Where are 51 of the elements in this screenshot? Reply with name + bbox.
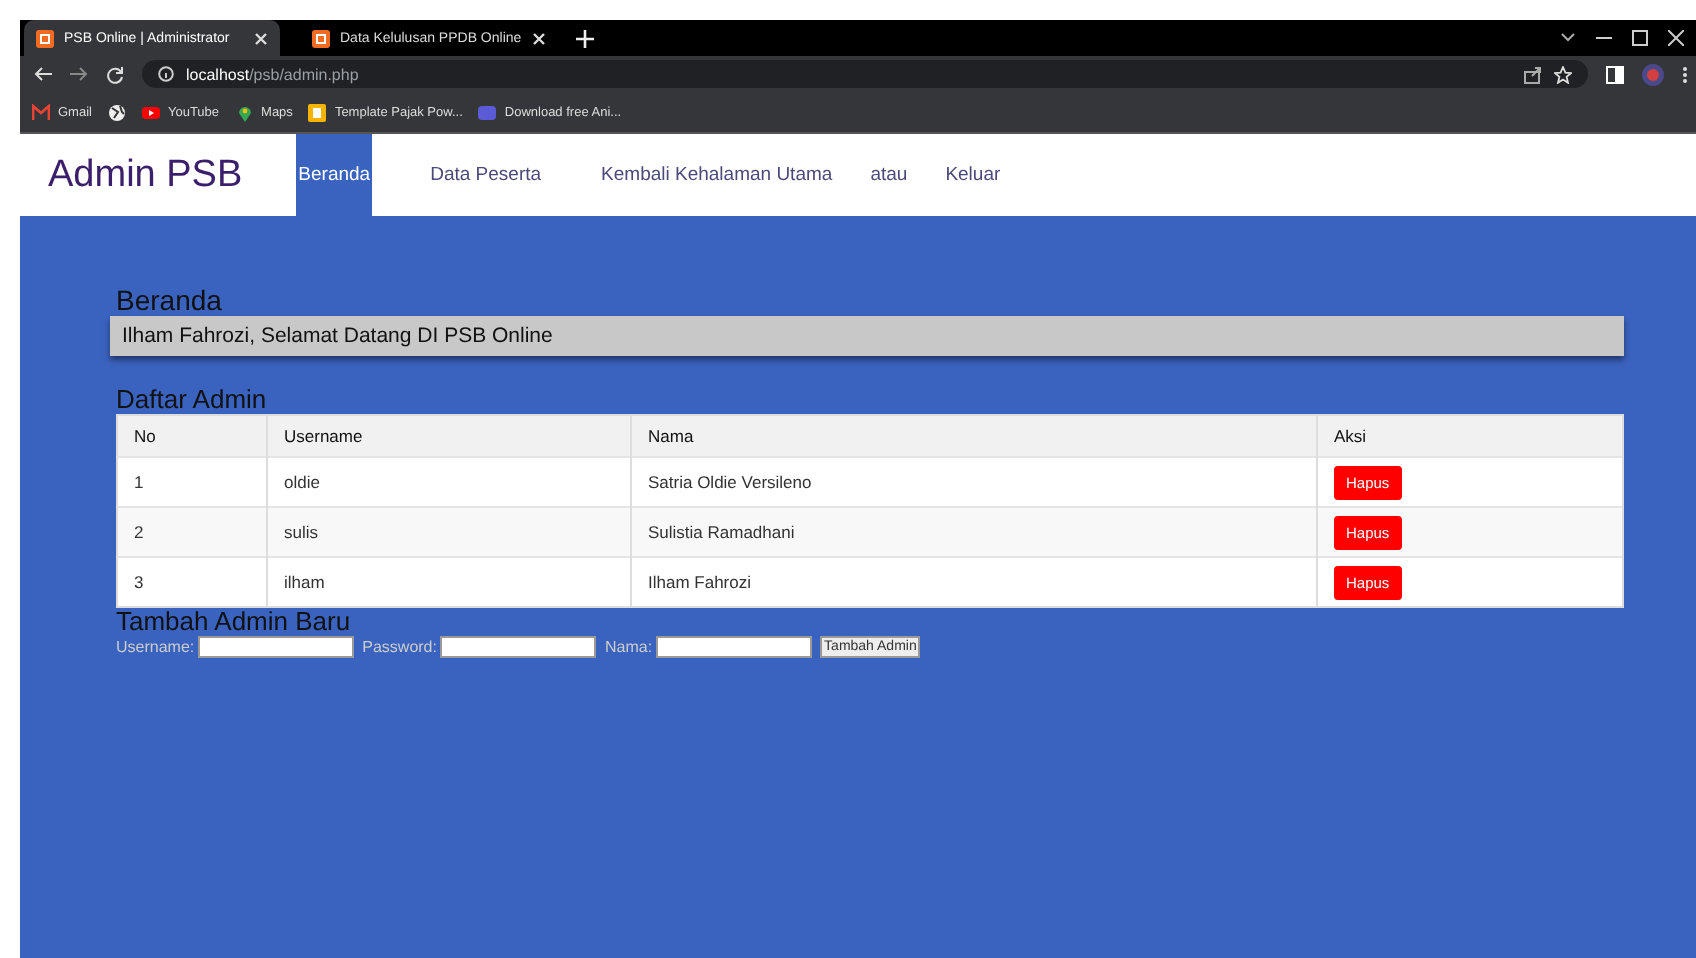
- site-brand: Admin PSB: [46, 151, 245, 199]
- table-cell: Sulistia Ramadhani: [631, 507, 1317, 557]
- nav-link[interactable]: Beranda: [296, 134, 373, 216]
- close-icon[interactable]: [1668, 30, 1684, 46]
- map-pin-icon: [235, 103, 254, 121]
- close-icon[interactable]: [254, 31, 268, 45]
- nav-text: atau: [868, 162, 910, 190]
- side-panel-icon[interactable]: [1606, 65, 1624, 83]
- document-icon: [308, 103, 327, 121]
- column-header: Aksi: [1317, 415, 1623, 457]
- chevron-down-icon[interactable]: [1560, 32, 1576, 44]
- column-header: Nama: [631, 415, 1317, 457]
- input-field[interactable]: [656, 636, 813, 658]
- field-label: Username:: [116, 638, 195, 656]
- section-heading: Daftar Admin: [116, 384, 269, 414]
- column-header: Username: [267, 415, 631, 457]
- video-play-icon: [141, 103, 160, 121]
- table-cell: Ilham Fahrozi: [631, 557, 1317, 607]
- welcome-message: Ilham Fahrozi, Selamat Datang DI PSB Online: [110, 316, 1624, 356]
- column-header: No: [117, 415, 267, 457]
- favicon-icon: [312, 29, 330, 47]
- menu-icon[interactable]: [1682, 65, 1688, 83]
- folder-icon: [478, 103, 497, 121]
- table-cell: ilham: [267, 557, 631, 607]
- reload-icon[interactable]: [106, 65, 124, 83]
- plus-icon[interactable]: [576, 29, 594, 47]
- nav-link[interactable]: Kembali Kehalaman Utama: [571, 134, 863, 216]
- section-heading: Tambah Admin Baru: [116, 608, 353, 636]
- url-text: localhost/psb/admin.php: [186, 65, 359, 83]
- close-icon[interactable]: [531, 31, 546, 45]
- input-field[interactable]: [198, 636, 355, 658]
- maximize-icon[interactable]: [1632, 30, 1648, 46]
- favicon-icon: [36, 29, 54, 47]
- page-heading: Beranda: [116, 284, 224, 316]
- forward-arrow-icon[interactable]: [70, 66, 88, 82]
- mail-icon: [32, 103, 50, 121]
- address-field[interactable]: localhost/psb/admin.php: [142, 60, 1588, 88]
- back-arrow-icon[interactable]: [34, 66, 52, 82]
- table-cell: 3: [117, 557, 267, 607]
- field-label: Password:: [362, 638, 437, 656]
- globe-icon[interactable]: [107, 103, 126, 121]
- nav-link[interactable]: Data Peserta: [400, 134, 572, 216]
- table-cell: 2: [117, 507, 267, 557]
- table-cell: sulis: [267, 507, 631, 557]
- field-label: Nama:: [604, 638, 653, 656]
- nav-link[interactable]: Keluar: [915, 134, 1031, 216]
- star-icon[interactable]: [1554, 65, 1572, 83]
- input-field[interactable]: [440, 636, 597, 658]
- profile-avatar-icon[interactable]: [1642, 63, 1664, 85]
- share-icon[interactable]: [1524, 65, 1542, 83]
- info-icon: [158, 66, 174, 82]
